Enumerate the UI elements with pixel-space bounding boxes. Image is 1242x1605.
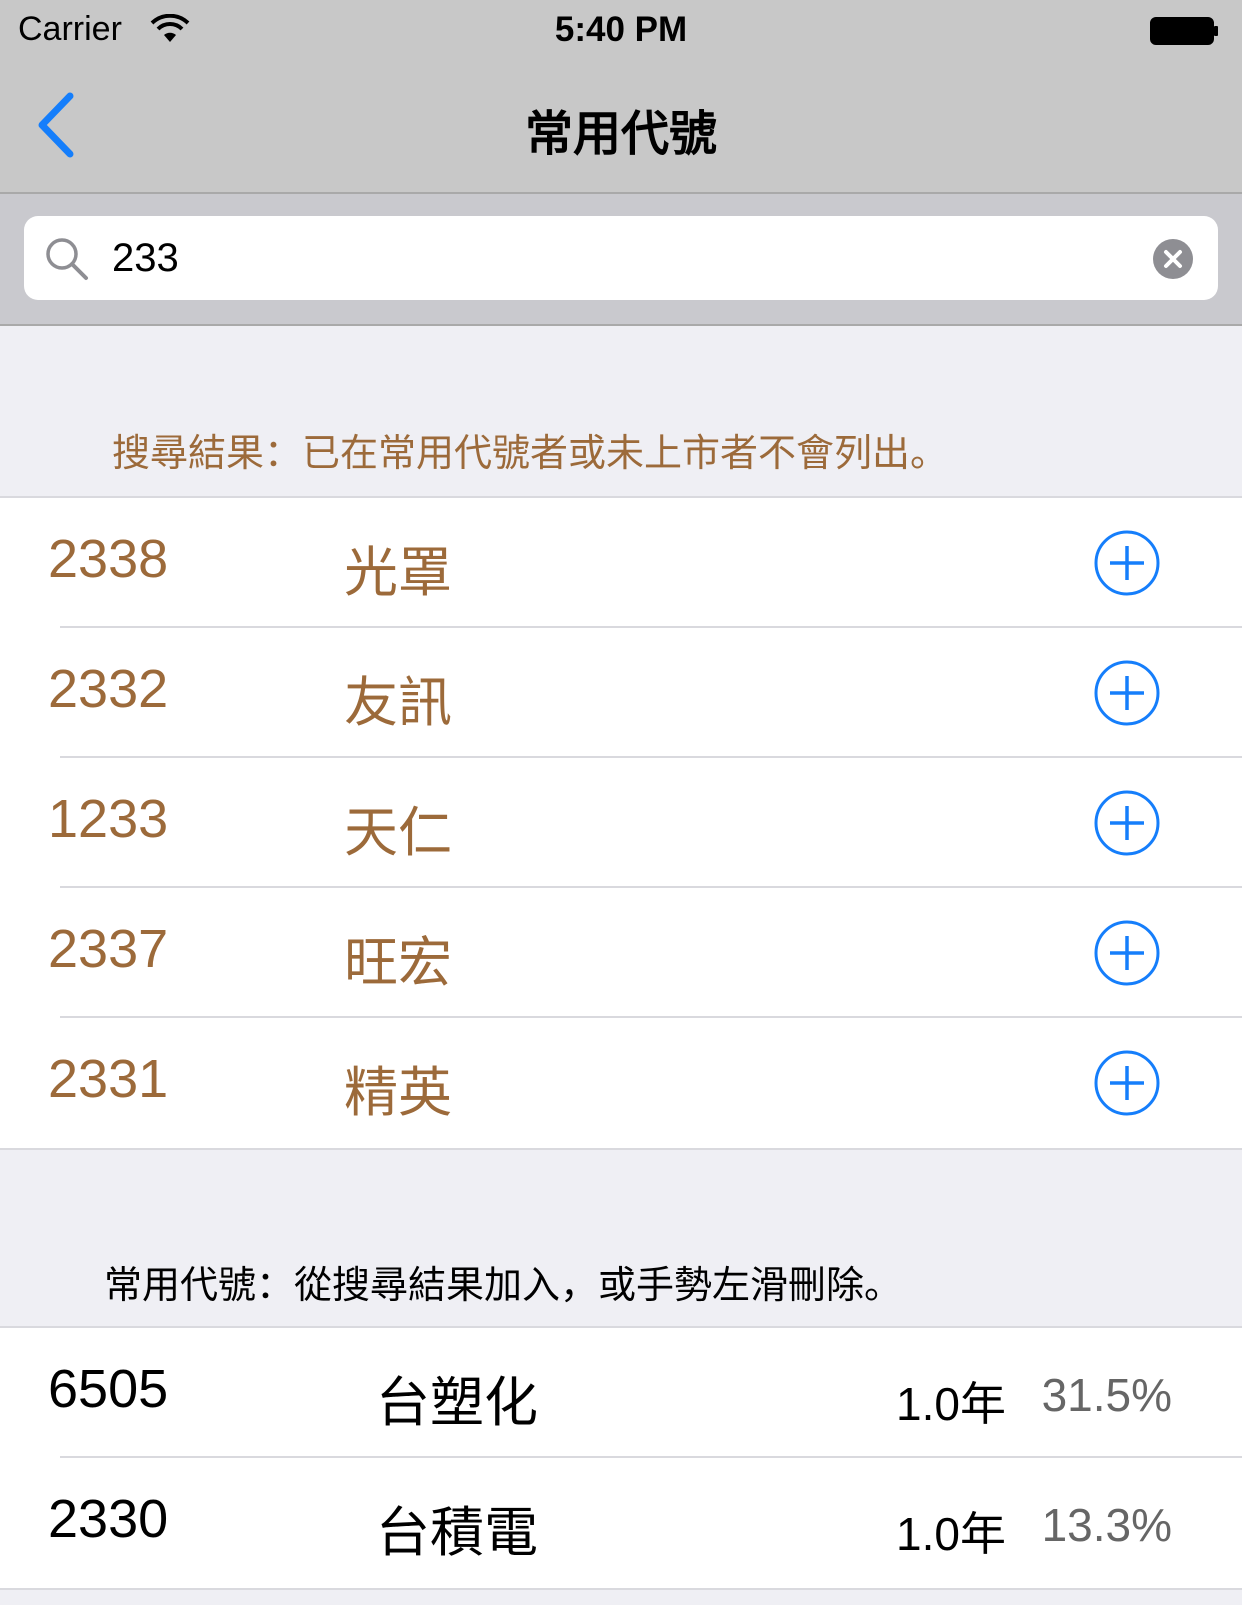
search-icon <box>46 238 88 280</box>
period-label: 1.0年 <box>896 1508 1006 1560</box>
stock-name: 光罩 <box>344 543 452 603</box>
stock-name: 精英 <box>344 1063 452 1123</box>
stock-name: 天仁 <box>344 803 452 863</box>
battery-icon <box>1150 17 1218 45</box>
add-circle-icon[interactable] <box>1094 530 1160 596</box>
clear-icon[interactable] <box>1152 238 1194 280</box>
stock-code: 2338 <box>48 529 169 589</box>
results-list: 2338 光罩 2332 友訊 1233 天仁 2337 旺宏 2331 精英 <box>0 496 1242 1150</box>
stock-name: 旺宏 <box>344 933 452 993</box>
stock-code: 6505 <box>48 1359 169 1419</box>
stock-name: 台塑化 <box>376 1373 538 1433</box>
list-item: 2338 光罩 <box>0 498 1242 628</box>
page-title: 常用代號 <box>524 108 717 161</box>
stock-code: 1233 <box>48 789 169 849</box>
list-item: 2332 友訊 <box>0 628 1242 758</box>
list-item: 2331 精英 <box>0 1018 1242 1148</box>
stock-code: 2337 <box>48 919 169 979</box>
add-circle-icon[interactable] <box>1094 1050 1160 1116</box>
search-input[interactable] <box>112 230 1112 286</box>
stock-name: 台積電 <box>376 1503 538 1563</box>
add-circle-icon[interactable] <box>1094 660 1160 726</box>
stock-code: 2330 <box>48 1489 169 1549</box>
clock: 5:40 PM <box>554 10 688 49</box>
favorites-section-header: 常用代號：從搜尋結果加入，或手勢左滑刪除。 <box>104 1265 903 1307</box>
list-item[interactable]: 2330 台積電 1.0年 13.3% <box>0 1458 1242 1588</box>
rate-value: 13.3% <box>1041 1499 1172 1551</box>
stock-code: 2332 <box>48 659 169 719</box>
add-circle-icon[interactable] <box>1094 920 1160 986</box>
stock-code: 2331 <box>48 1049 169 1109</box>
add-circle-icon[interactable] <box>1094 790 1160 856</box>
search-field[interactable] <box>24 216 1218 300</box>
list-item[interactable]: 6505 台塑化 1.0年 31.5% <box>0 1328 1242 1458</box>
stock-name: 友訊 <box>344 673 452 733</box>
rate-value: 31.5% <box>1041 1369 1172 1421</box>
period-label: 1.0年 <box>896 1378 1006 1430</box>
list-item: 2337 旺宏 <box>0 888 1242 1018</box>
results-section-header: 搜尋結果：已在常用代號者或未上市者不會列出。 <box>112 433 949 475</box>
favorites-list: 6505 台塑化 1.0年 31.5% 2330 台積電 1.0年 13.3% <box>0 1326 1242 1590</box>
list-item: 1233 天仁 <box>0 758 1242 888</box>
status-bar: Carrier 5:40 PM <box>0 0 1242 60</box>
search-bar <box>0 194 1242 326</box>
navigation-bar: 常用代號 <box>0 60 1242 194</box>
